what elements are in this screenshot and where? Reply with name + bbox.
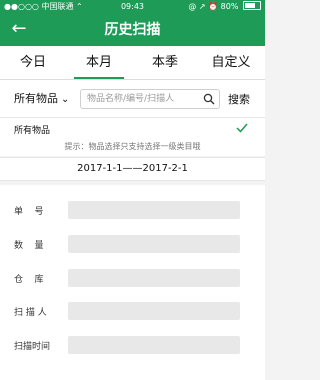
status-bar: ●●○○○ 中国联通 ⌃ 09:43 @ ↗ ⏰ 80% [0,0,265,14]
tab-this-month[interactable]: 本月 [66,46,132,79]
search-icon[interactable] [203,93,215,105]
form-row-scan-time: 扫描时间 [0,336,265,354]
scan-detail-form: 单 号 数 量 仓 库 扫 描 人 扫描时间 [0,185,265,380]
form-row-scanner: 扫 描 人 [0,302,265,320]
scanner-field[interactable] [68,302,240,320]
hint-text: 提示：物品选择只支持选择一级类目哦 [64,142,201,151]
category-dropdown[interactable]: 所有物品 ⌄ [14,90,69,106]
chevron-down-icon: ⌄ [61,94,70,105]
search-button[interactable]: 搜索 [228,91,250,107]
tab-custom[interactable]: 自定义 [198,46,264,79]
date-range: 2017-1-1——2017-2-1 [0,157,265,181]
scanner-label: 扫 描 人 [14,308,47,318]
selected-category-label: 所有物品 [14,126,51,136]
selected-category-row[interactable]: 所有物品 提示：物品选择只支持选择一级类目哦 [0,118,265,156]
quantity-field[interactable] [68,235,240,253]
status-right: @ ↗ ⏰ 80% [188,0,261,14]
order-number-label: 单 号 [14,207,44,217]
battery-icon [243,1,261,10]
status-indicators: @ ↗ ⏰ 80% [188,2,239,11]
warehouse-field[interactable] [68,269,240,287]
scan-time-label: 扫描时间 [14,342,51,352]
filter-bar: 所有物品⌄ 搜索 [0,80,265,118]
category-label: 所有物品 [14,92,58,105]
form-row-order-number: 单 号 [0,201,265,219]
form-row-warehouse: 仓 库 [0,269,265,287]
quantity-label: 数 量 [14,241,44,251]
search-box[interactable] [80,89,220,109]
tab-this-quarter[interactable]: 本季 [132,46,198,79]
scan-time-field[interactable] [68,336,240,354]
period-tabs: 今日 本月 本季 自定义 [0,46,265,80]
page-title: 历史扫描 [104,22,161,38]
search-input[interactable] [87,92,199,106]
order-number-field[interactable] [68,201,240,219]
tab-today[interactable]: 今日 [0,46,66,79]
form-row-quantity: 数 量 [0,235,265,253]
check-icon [236,123,248,133]
warehouse-label: 仓 库 [14,275,44,285]
nav-bar: ← 历史扫描 [0,14,265,46]
